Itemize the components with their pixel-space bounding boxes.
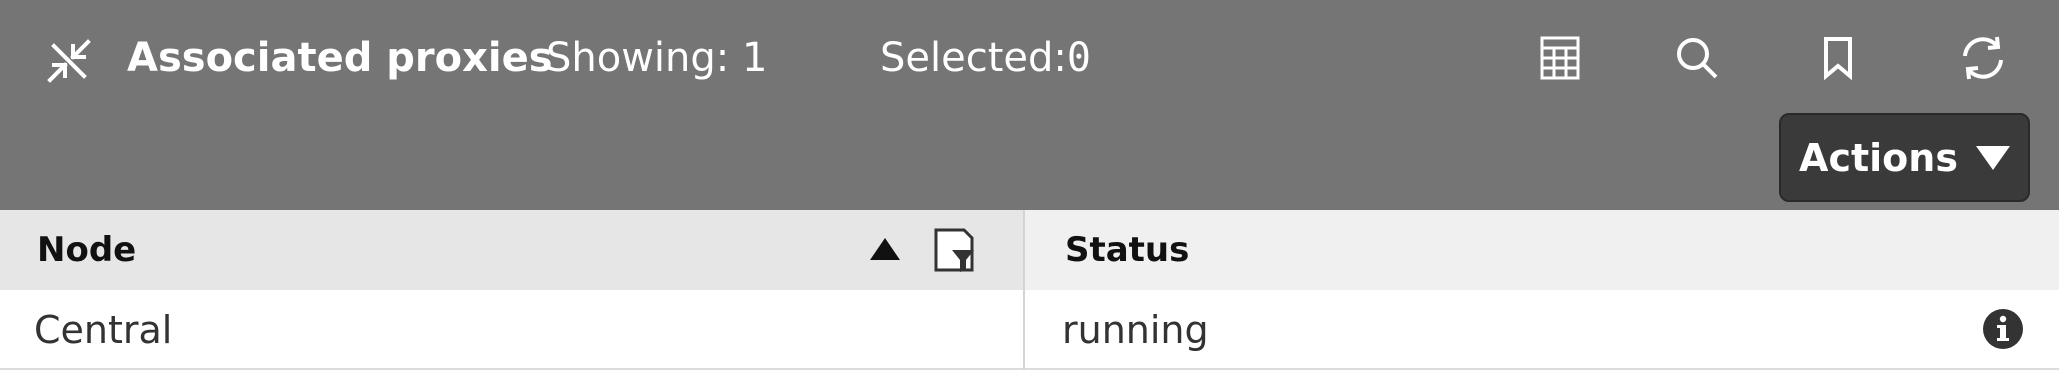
- showing-label: Showing:: [546, 35, 730, 81]
- selected-label: Selected:: [880, 35, 1067, 81]
- showing-count: Showing: 1: [546, 30, 767, 86]
- column-header-status[interactable]: Status: [1025, 210, 2059, 290]
- node-value: Central: [34, 308, 173, 352]
- actions-button[interactable]: Actions: [1779, 113, 2030, 202]
- search-icon[interactable]: [1667, 30, 1727, 86]
- sort-ascending-icon[interactable]: [868, 236, 902, 262]
- proxies-table: Node Status Central running: [0, 210, 2059, 370]
- info-icon[interactable]: [1982, 308, 2024, 350]
- bookmark-icon[interactable]: [1808, 30, 1868, 86]
- actions-label: Actions: [1799, 135, 1958, 180]
- column-header-node[interactable]: Node: [0, 210, 1025, 290]
- table-icon[interactable]: [1530, 30, 1590, 86]
- column-label-node: Node: [37, 230, 137, 270]
- table-row[interactable]: Central running: [0, 290, 2059, 370]
- panel-header: Associated proxies Showing: 1 Selected:0: [0, 0, 2059, 210]
- refresh-icon[interactable]: [1953, 30, 2013, 86]
- collapse-arrows-icon[interactable]: [44, 36, 94, 86]
- panel-title: Associated proxies: [127, 35, 553, 81]
- showing-value: 1: [741, 35, 768, 81]
- cell-node: Central: [0, 290, 1025, 370]
- status-value: running: [1062, 308, 1209, 352]
- table-header-row: Node Status: [0, 210, 2059, 290]
- chevron-down-icon: [1975, 145, 2010, 170]
- selected-count: Selected:0: [880, 30, 1091, 86]
- column-filter-icon[interactable]: [930, 226, 978, 274]
- selected-value: 0: [1066, 35, 1091, 81]
- column-label-status: Status: [1065, 230, 1190, 270]
